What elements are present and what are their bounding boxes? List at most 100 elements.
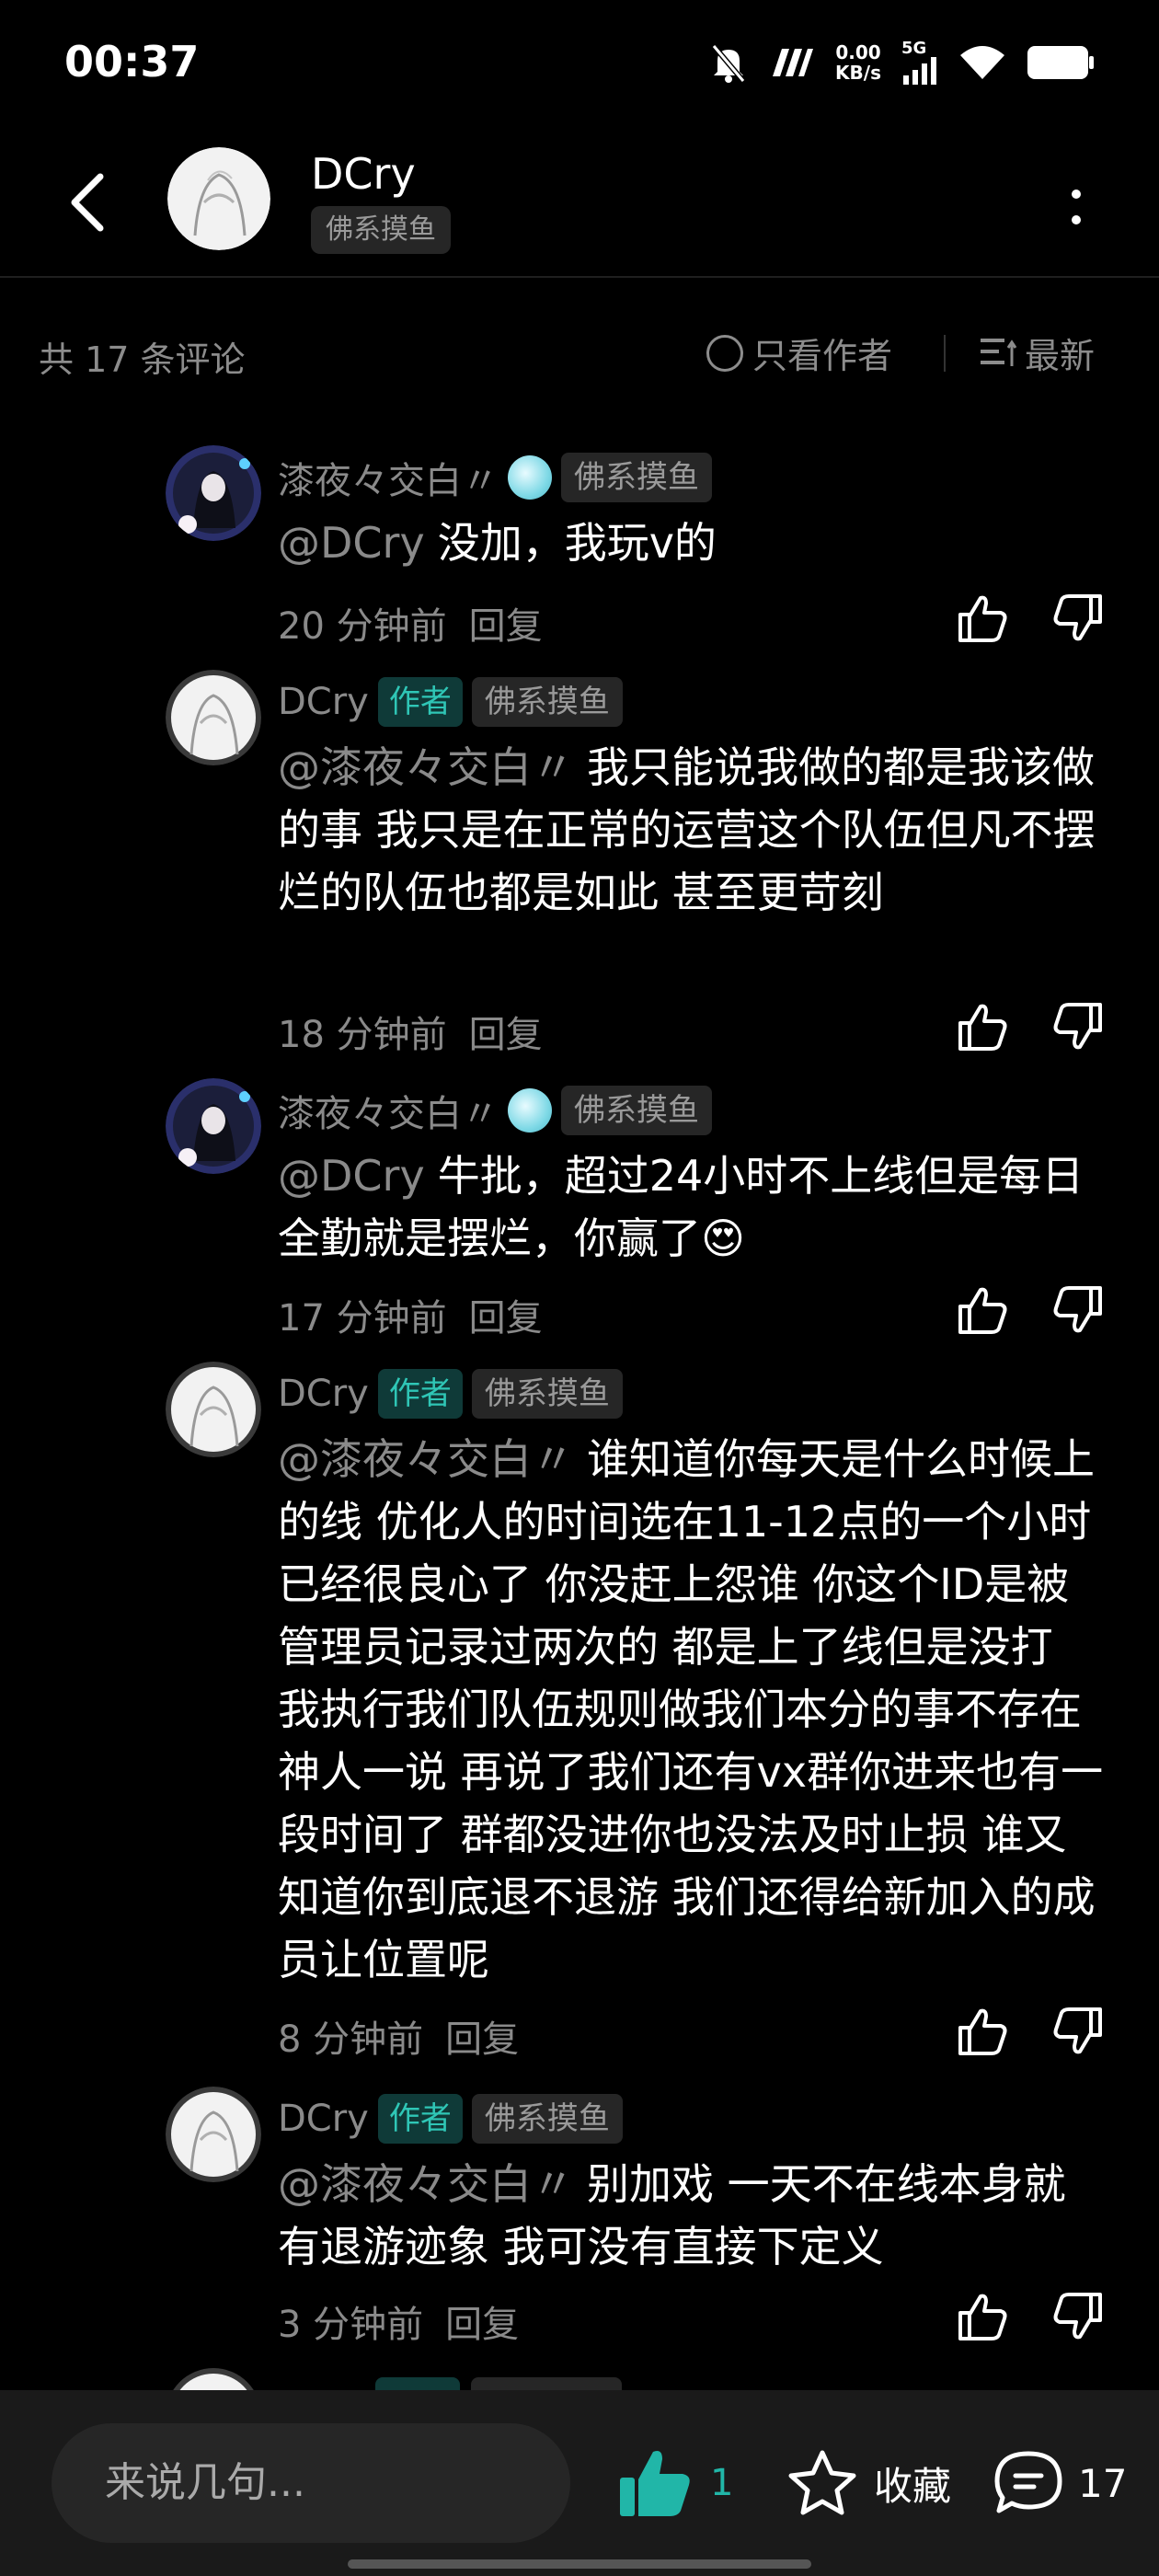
cell-signal: 5G xyxy=(901,40,938,85)
comment-time: 20 分钟前 xyxy=(278,605,447,648)
battery-icon xyxy=(1027,46,1094,79)
thumbs-down-icon[interactable] xyxy=(1050,999,1106,1054)
comment-text: @DCry 没加，我玩v的 xyxy=(278,512,1106,574)
comment-content: 谁知道你每天是什么时候上的线 优化人的时间选在11-12点的一个小时已经很良心了… xyxy=(278,1434,1104,1984)
commenter-name[interactable]: DCry xyxy=(278,2098,369,2140)
avatar-image xyxy=(166,1362,261,1457)
commenter-name[interactable]: 漆夜々交白〃 xyxy=(278,1084,499,1137)
like-count: 1 xyxy=(710,2462,734,2504)
divider xyxy=(944,335,946,372)
reply-button[interactable]: 回复 xyxy=(469,1005,543,1058)
author-tag: 佛系摸鱼 xyxy=(311,206,451,254)
comment-bubble-icon xyxy=(994,2451,1062,2513)
comment-content: 没加，我玩v的 xyxy=(437,518,717,568)
thumbs-down-icon[interactable] xyxy=(1050,2289,1106,2344)
author-badge: 作者 xyxy=(377,2094,463,2144)
commenter-avatar[interactable] xyxy=(166,445,261,541)
comment-user-row: DCry 作者 佛系摸鱼 xyxy=(278,2092,623,2145)
network-speed: 0.00 KB/s xyxy=(835,41,881,84)
thumbs-down-icon[interactable] xyxy=(1050,2004,1106,2059)
author-name[interactable]: DCry xyxy=(311,149,416,199)
commenter-avatar[interactable] xyxy=(166,1362,261,1457)
bottom-action-bar: 来说几句... 1 收藏 17 xyxy=(0,2390,1159,2576)
comment-meta: 8 分钟前 回复 xyxy=(278,2009,519,2063)
favorite-label: 收藏 xyxy=(874,2463,952,2509)
avatar-image xyxy=(167,147,270,250)
radio-circle-icon xyxy=(706,334,743,372)
comment-text: @漆夜々交白〃 别加戏 一天不在线本身就有退游迹象 我可没有直接下定义 xyxy=(278,2153,1106,2278)
mention-link[interactable]: @DCry xyxy=(278,518,425,568)
favorite-button[interactable]: 收藏 xyxy=(786,2442,951,2524)
comment-count-label: 共 17 条评论 xyxy=(39,339,246,380)
back-button[interactable] xyxy=(55,166,120,239)
thumbs-up-icon[interactable] xyxy=(955,1282,1010,1338)
comment-item: 漆夜々交白〃 佛系摸鱼 @DCry 没加，我玩v的 20 分钟前 回复 xyxy=(0,445,1159,648)
status-bar: 00:37 0.00 KB/s 5G xyxy=(0,0,1159,129)
comment-user-row: 漆夜々交白〃 佛系摸鱼 xyxy=(278,1084,712,1137)
signal-label: 5G xyxy=(901,39,927,58)
user-tag: 佛系摸鱼 xyxy=(471,2094,623,2144)
mention-link[interactable]: @DCry xyxy=(278,1151,425,1201)
more-icon xyxy=(1072,190,1081,224)
thumbs-down-icon[interactable] xyxy=(1050,591,1106,646)
author-avatar[interactable] xyxy=(167,147,270,250)
mention-link[interactable]: @漆夜々交白〃 xyxy=(278,742,574,792)
commenter-name[interactable]: DCry xyxy=(278,681,369,723)
avatar-image xyxy=(166,2087,261,2182)
comment-text: @漆夜々交白〃 我只能说我做的都是我该做的事 我只是在正常的运营这个队伍但凡不摆烂… xyxy=(278,736,1106,924)
comments-button[interactable]: 17 xyxy=(992,2442,1127,2524)
user-tag: 佛系摸鱼 xyxy=(561,1086,712,1135)
status-time: 00:37 xyxy=(64,37,200,86)
commenter-name[interactable]: DCry xyxy=(278,1373,369,1415)
mention-link[interactable]: @漆夜々交白〃 xyxy=(278,2159,574,2209)
mention-link[interactable]: @漆夜々交白〃 xyxy=(278,1434,574,1484)
user-tag: 佛系摸鱼 xyxy=(471,1369,623,1419)
mute-bell-icon xyxy=(711,44,746,83)
avatar-image xyxy=(166,1078,261,1174)
user-tag: 佛系摸鱼 xyxy=(471,677,623,727)
thumbs-up-icon[interactable] xyxy=(955,591,1010,646)
commenter-avatar[interactable] xyxy=(166,1078,261,1174)
avatar-image xyxy=(166,670,261,765)
thumbs-down-icon[interactable] xyxy=(1050,1282,1106,1338)
comment-meta: 20 分钟前 回复 xyxy=(278,596,543,650)
comment-text: @DCry 牛批，超过24小时不上线但是每日全勤就是摆烂，你赢了😍 xyxy=(278,1144,1106,1270)
comment-item: DCry 作者 佛系摸鱼 @漆夜々交白〃 谁知道你每天是什么时候上的线 优化人的时… xyxy=(0,1362,1159,2061)
comment-time: 18 分钟前 xyxy=(278,1014,447,1056)
like-button[interactable]: 1 xyxy=(616,2442,733,2524)
comment-meta: 3 分钟前 回复 xyxy=(278,2294,519,2348)
comment-time: 3 分钟前 xyxy=(278,2304,424,2346)
author-badge: 作者 xyxy=(377,677,463,727)
commenter-name[interactable]: 漆夜々交白〃 xyxy=(278,451,499,504)
comment-item: DCry 作者 佛系摸鱼 @漆夜々交白〃 别加戏 一天不在线本身就有退游迹象 我可… xyxy=(0,2087,1159,2353)
thumbs-up-icon[interactable] xyxy=(955,999,1010,1054)
status-icons: 0.00 KB/s 5G xyxy=(710,37,1095,88)
sort-label: 最新 xyxy=(1025,336,1096,376)
reply-button[interactable]: 回复 xyxy=(469,596,543,650)
reply-button[interactable]: 回复 xyxy=(445,2294,519,2348)
comment-input[interactable]: 来说几句... xyxy=(52,2423,570,2543)
comment-user-row: DCry 作者 佛系摸鱼 xyxy=(278,675,623,729)
author-only-label: 只看作者 xyxy=(752,336,893,376)
reply-button[interactable]: 回复 xyxy=(445,2009,519,2063)
comment-meta: 18 分钟前 回复 xyxy=(278,1005,543,1058)
comment-time: 17 分钟前 xyxy=(278,1297,447,1340)
comment-item: 漆夜々交白〃 佛系摸鱼 @DCry 牛批，超过24小时不上线但是每日全勤就是摆烂，… xyxy=(0,1078,1159,1345)
thumbs-up-icon[interactable] xyxy=(955,2289,1010,2344)
hd-signal-icon xyxy=(773,49,814,76)
author-only-toggle[interactable]: 只看作者 xyxy=(706,328,892,378)
comment-subbar: 共 17 条评论 只看作者 最新 xyxy=(0,322,1159,386)
cell-signal-icon xyxy=(903,57,936,85)
reply-button[interactable]: 回复 xyxy=(469,1288,543,1341)
thumbs-up-icon[interactable] xyxy=(955,2004,1010,2059)
sort-icon xyxy=(981,338,1017,366)
comment-user-row: DCry 作者 佛系摸鱼 xyxy=(278,1367,623,1420)
commenter-avatar[interactable] xyxy=(166,670,261,765)
home-indicator[interactable] xyxy=(348,2559,811,2569)
sort-button[interactable]: 最新 xyxy=(981,328,1095,378)
fan-badge-icon xyxy=(508,455,552,500)
comment-text: @漆夜々交白〃 谁知道你每天是什么时候上的线 优化人的时间选在11-12点的一个小… xyxy=(278,1428,1106,1991)
comment-count: 17 xyxy=(1078,2460,1128,2506)
more-button[interactable] xyxy=(1049,175,1104,239)
commenter-avatar[interactable] xyxy=(166,2087,261,2182)
